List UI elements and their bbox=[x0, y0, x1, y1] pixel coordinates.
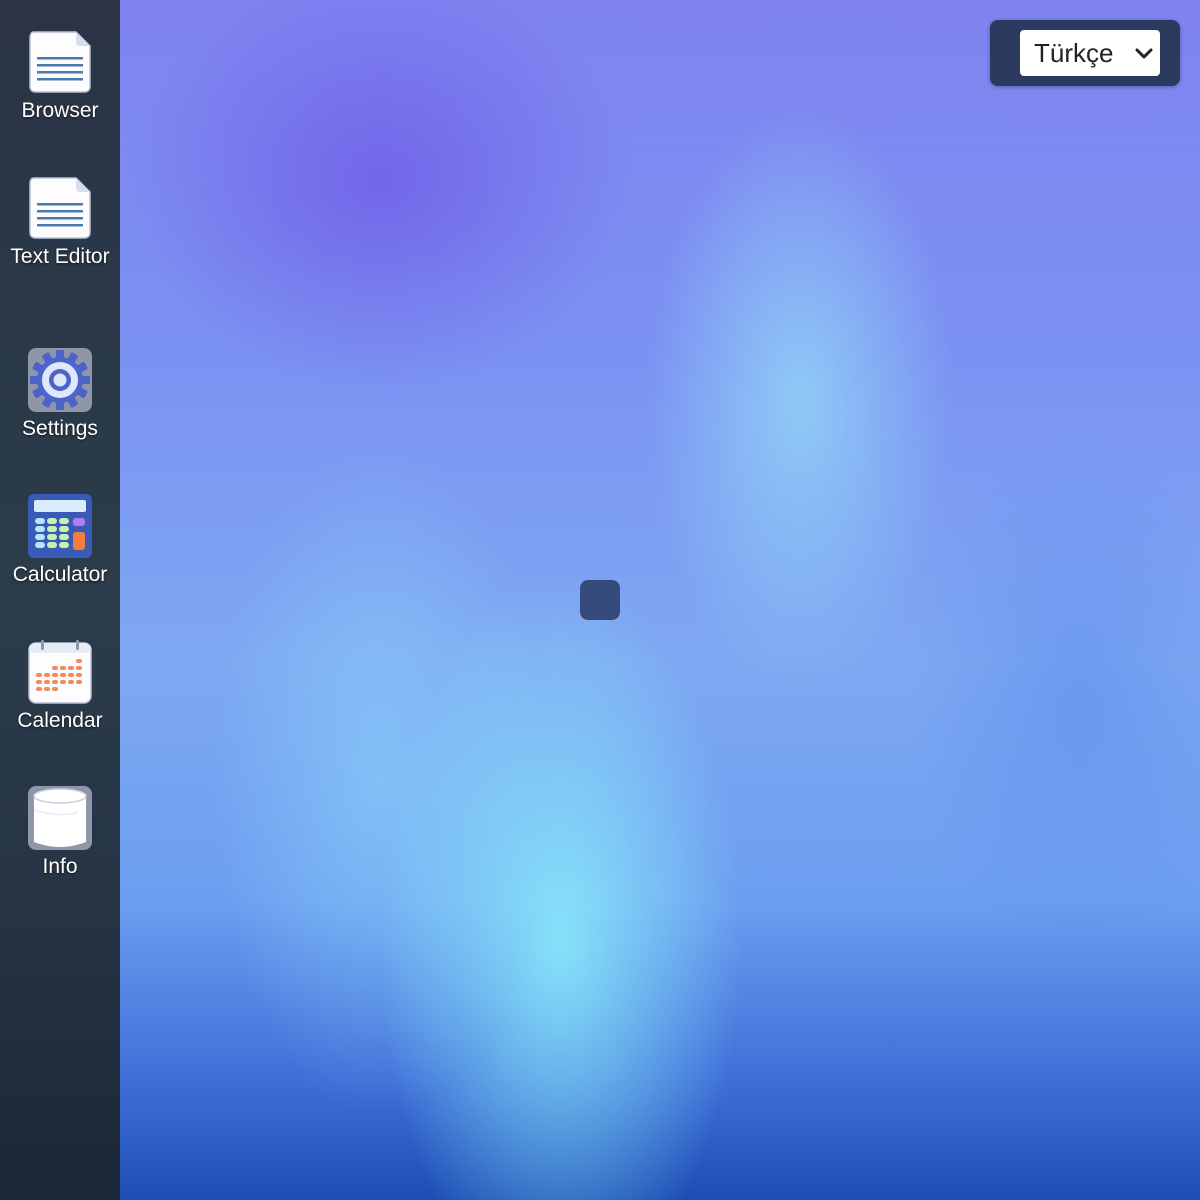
app-label: Browser bbox=[21, 99, 99, 122]
language-value: Türkçe bbox=[1034, 38, 1114, 68]
language-panel: Türkçe bbox=[990, 20, 1180, 86]
database-icon bbox=[28, 786, 92, 850]
app-sidebar: Browser Text Editor Settings Calculator … bbox=[0, 0, 120, 1200]
document-icon bbox=[29, 177, 91, 239]
app-settings[interactable]: Settings bbox=[0, 348, 120, 442]
desktop: Browser Text Editor Settings Calculator … bbox=[0, 0, 1200, 1200]
app-label: Text Editor bbox=[10, 245, 110, 268]
language-select[interactable]: Türkçe bbox=[1020, 30, 1160, 76]
app-calendar[interactable]: Calendar bbox=[0, 640, 120, 734]
app-label: Calculator bbox=[12, 563, 108, 586]
chevron-down-icon bbox=[1135, 48, 1153, 59]
app-label: Calendar bbox=[17, 709, 103, 732]
app-label: Settings bbox=[22, 417, 98, 440]
gear-icon bbox=[28, 348, 92, 412]
app-info[interactable]: Info bbox=[0, 786, 120, 880]
document-icon bbox=[29, 31, 91, 93]
app-browser[interactable]: Browser bbox=[0, 30, 120, 124]
calculator-icon bbox=[28, 494, 92, 558]
app-label: Info bbox=[42, 855, 78, 878]
center-square bbox=[580, 580, 620, 620]
app-text-editor[interactable]: Text Editor bbox=[0, 176, 120, 270]
calendar-icon bbox=[28, 640, 92, 704]
app-calculator[interactable]: Calculator bbox=[0, 494, 120, 588]
